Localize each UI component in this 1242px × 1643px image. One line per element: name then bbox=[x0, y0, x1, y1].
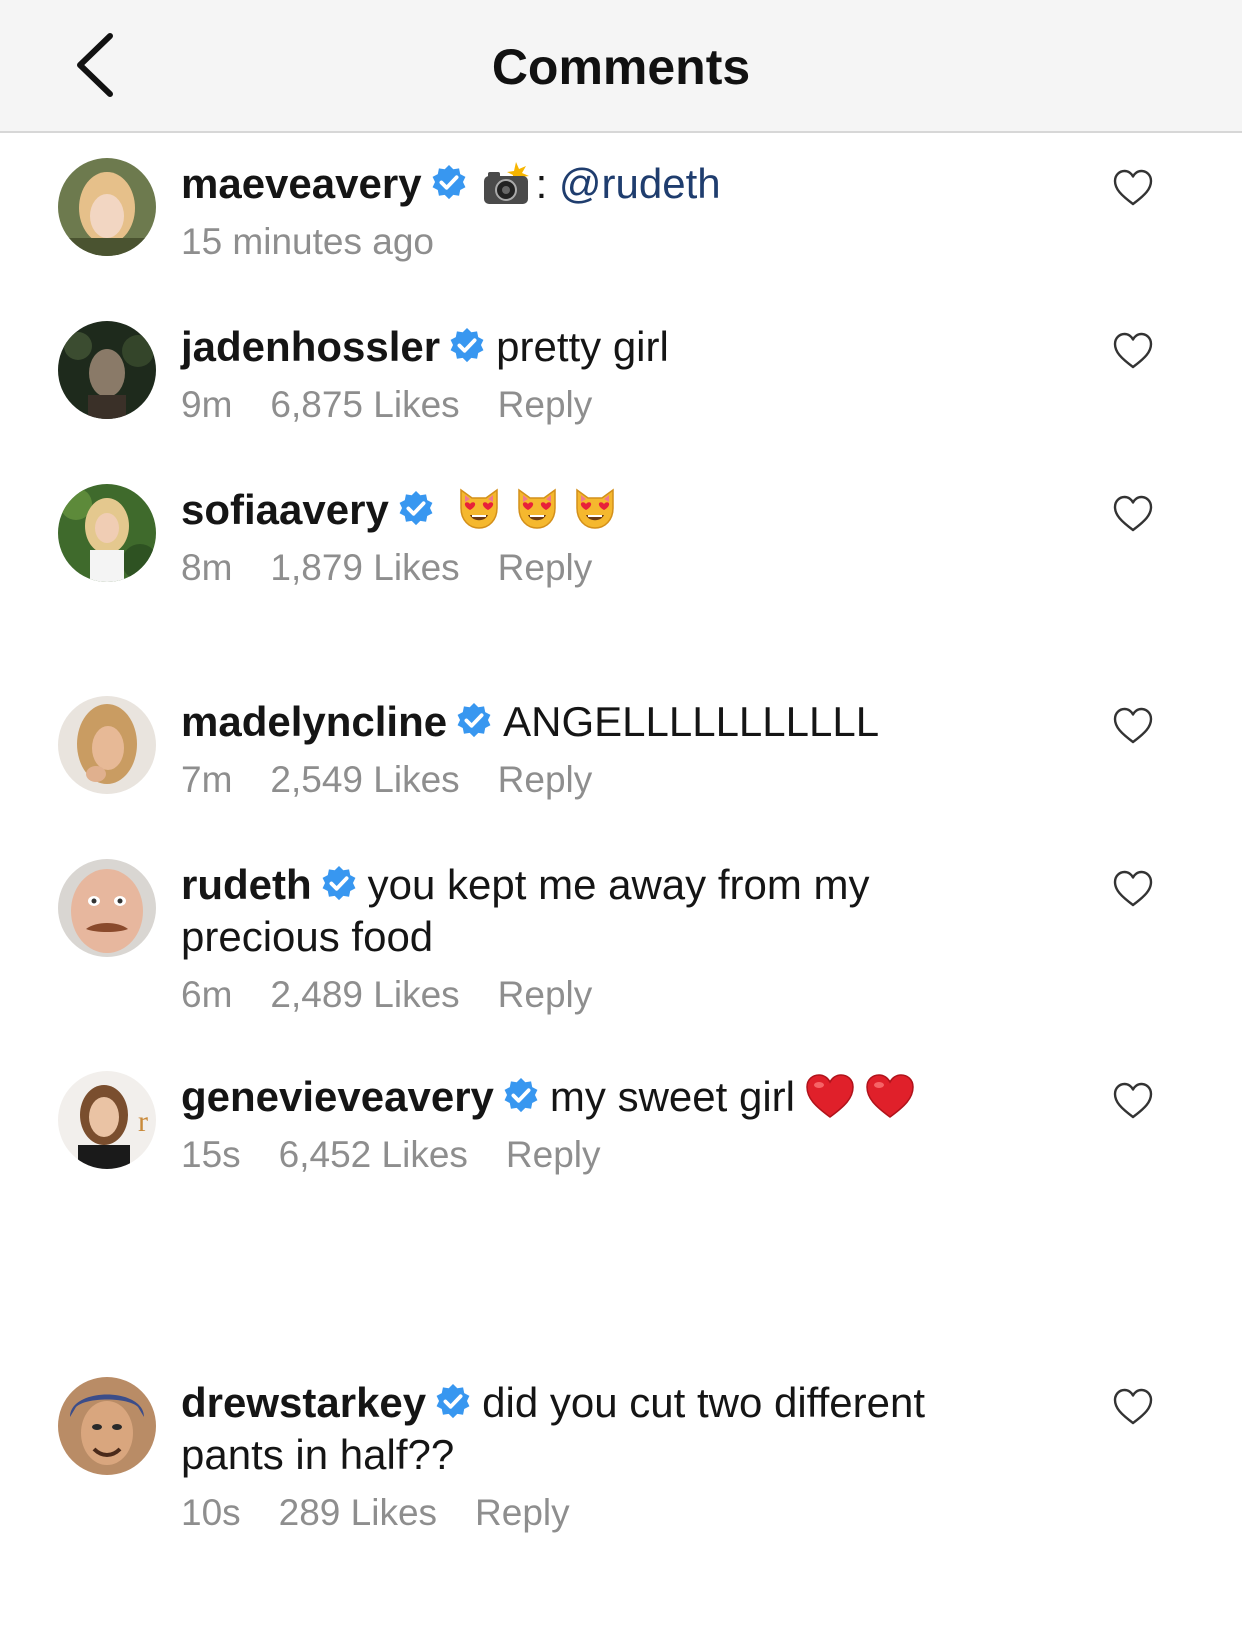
like-heart-icon[interactable] bbox=[1112, 1387, 1154, 1427]
verified-badge-icon bbox=[397, 490, 435, 528]
page-title: Comments bbox=[491, 39, 751, 95]
nav-header: Comments bbox=[0, 0, 1242, 133]
comment-text: : bbox=[535, 160, 559, 207]
avatar[interactable] bbox=[58, 321, 156, 419]
comment-likes[interactable]: 2,489 Likes bbox=[270, 974, 459, 1015]
avatar[interactable] bbox=[58, 696, 156, 794]
reply-button[interactable]: Reply bbox=[498, 547, 593, 588]
heart-eyes-cat-icon bbox=[571, 484, 619, 532]
comment-time: 7m bbox=[181, 759, 233, 800]
red-heart-icon bbox=[805, 1073, 855, 1119]
comment-likes[interactable]: 1,879 Likes bbox=[270, 547, 459, 588]
heart-eyes-cat-icon bbox=[455, 484, 503, 532]
like-heart-icon[interactable] bbox=[1112, 168, 1154, 208]
comment-username[interactable]: madelyncline bbox=[181, 698, 447, 745]
avatar[interactable]: r bbox=[58, 1071, 156, 1169]
comment-text: ANGELLLLLLLLLLL bbox=[503, 698, 880, 745]
mention-link[interactable]: @rudeth bbox=[559, 160, 721, 207]
comment-time: 9m bbox=[181, 384, 233, 425]
reply-button[interactable]: Reply bbox=[498, 759, 593, 800]
svg-text:r: r bbox=[138, 1105, 148, 1138]
verified-badge-icon bbox=[430, 164, 468, 202]
like-heart-icon[interactable] bbox=[1112, 869, 1154, 909]
avatar[interactable] bbox=[58, 859, 156, 957]
comment-likes[interactable]: 289 Likes bbox=[279, 1492, 437, 1533]
comment-username[interactable]: drewstarkey bbox=[181, 1379, 426, 1426]
like-heart-icon[interactable] bbox=[1112, 706, 1154, 746]
comment-time: 15 minutes ago bbox=[181, 221, 435, 262]
heart-eyes-cat-icon bbox=[513, 484, 561, 532]
comment-text: my sweet girl bbox=[549, 1073, 795, 1120]
camera-flash-icon bbox=[483, 162, 529, 204]
comment-likes[interactable]: 2,549 Likes bbox=[270, 759, 459, 800]
like-heart-icon[interactable] bbox=[1112, 331, 1154, 371]
reply-button[interactable]: Reply bbox=[475, 1492, 570, 1533]
avatar[interactable] bbox=[58, 1377, 156, 1475]
reply-button[interactable]: Reply bbox=[498, 384, 593, 425]
like-heart-icon[interactable] bbox=[1112, 1081, 1154, 1121]
comment-text: pretty girl bbox=[496, 323, 669, 370]
comment-username[interactable]: sofiaavery bbox=[181, 486, 389, 533]
comment-username[interactable]: genevieveavery bbox=[181, 1073, 494, 1120]
comment-username[interactable]: rudeth bbox=[181, 861, 312, 908]
like-heart-icon[interactable] bbox=[1112, 494, 1154, 534]
comment-username[interactable]: jadenhossler bbox=[181, 323, 440, 370]
comment-time: 8m bbox=[181, 547, 233, 588]
avatar[interactable] bbox=[58, 158, 156, 256]
avatar[interactable] bbox=[58, 484, 156, 582]
reply-button[interactable]: Reply bbox=[506, 1134, 601, 1175]
comment-time: 15s bbox=[181, 1134, 241, 1175]
comment-likes[interactable]: 6,452 Likes bbox=[279, 1134, 468, 1175]
comment-time: 6m bbox=[181, 974, 233, 1015]
verified-badge-icon bbox=[502, 1077, 540, 1115]
verified-badge-icon bbox=[455, 702, 493, 740]
comment-time: 10s bbox=[181, 1492, 241, 1533]
comment-username[interactable]: maeveavery bbox=[181, 160, 422, 207]
reply-button[interactable]: Reply bbox=[498, 974, 593, 1015]
verified-badge-icon bbox=[320, 865, 358, 903]
red-heart-icon bbox=[865, 1073, 915, 1119]
verified-badge-icon bbox=[448, 327, 486, 365]
verified-badge-icon bbox=[434, 1383, 472, 1421]
comment-likes[interactable]: 6,875 Likes bbox=[270, 384, 459, 425]
